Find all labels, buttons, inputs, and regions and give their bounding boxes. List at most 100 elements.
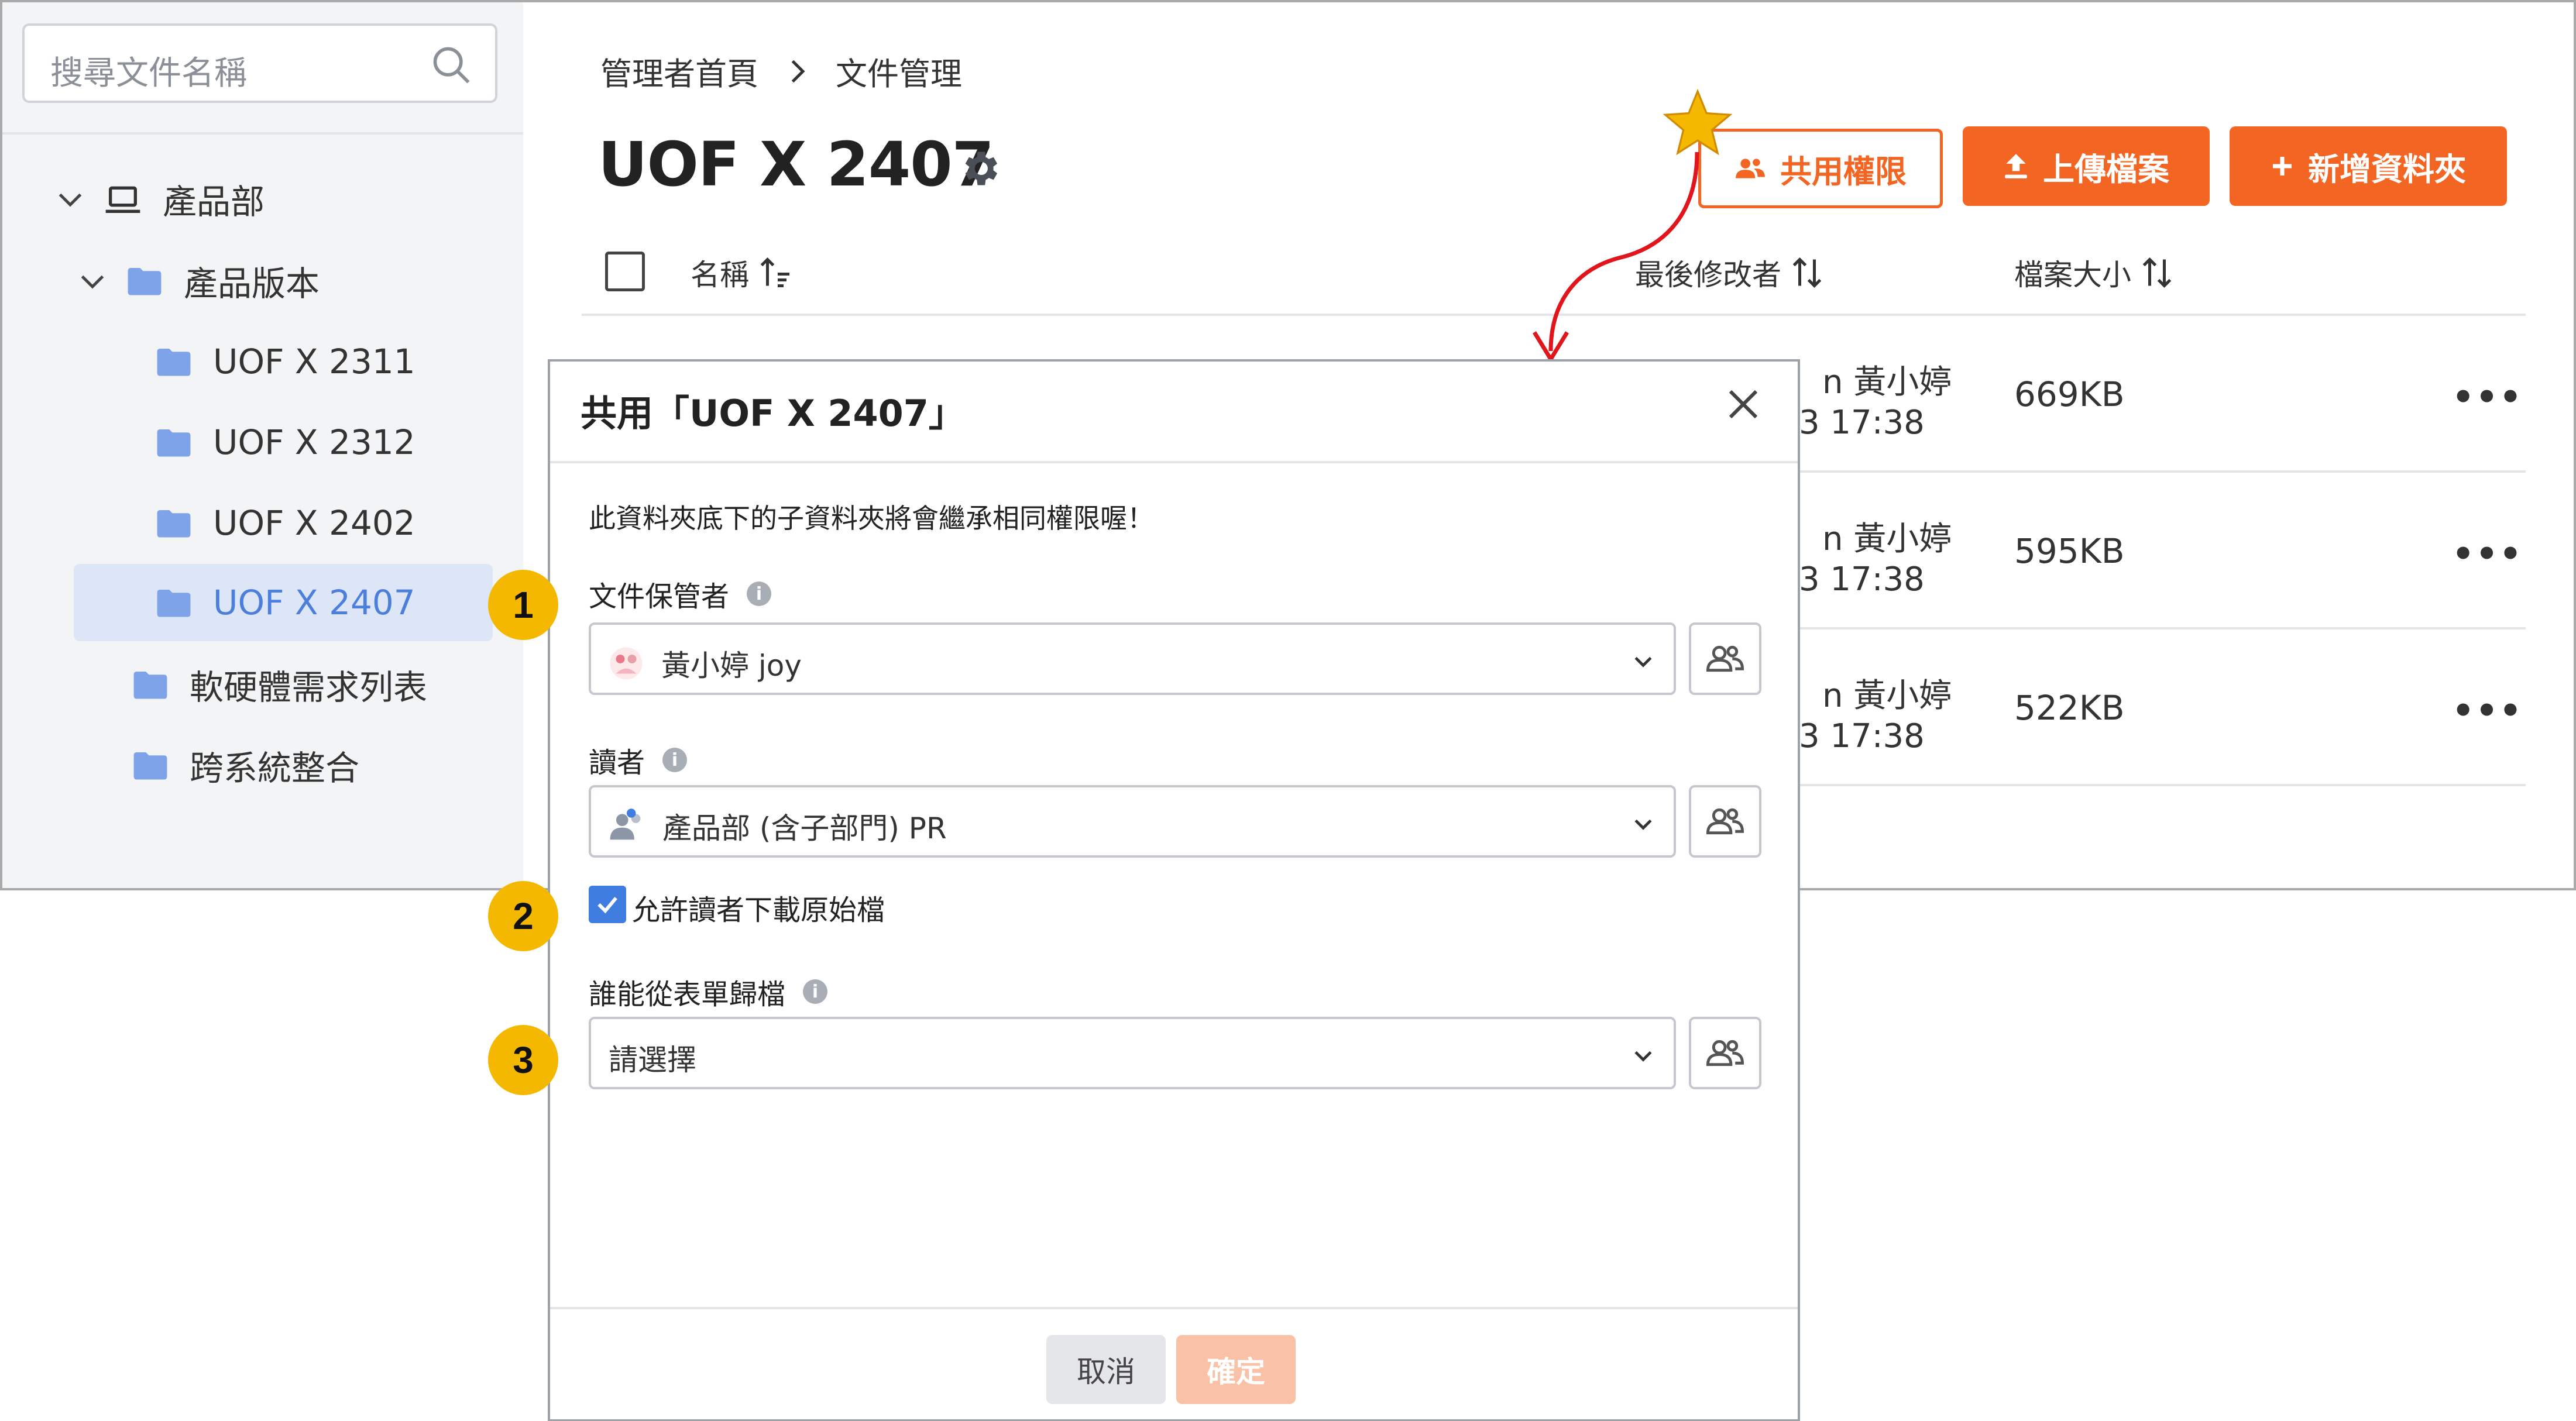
row-size: 522KB <box>2014 688 2125 728</box>
row-modified-time: 3 17:38 <box>1799 560 1925 598</box>
more-options-icon[interactable]: ••• <box>2452 690 2523 731</box>
archive-label-text: 誰能從表單歸檔 <box>589 978 786 1011</box>
column-header-name-label: 名稱 <box>691 258 749 292</box>
archive-picker-button[interactable] <box>1689 1017 1761 1089</box>
laptop-icon <box>105 186 140 213</box>
reader-value: 產品部 (含子部門) PR <box>662 811 947 845</box>
folder-icon <box>157 510 191 538</box>
folder-icon <box>157 429 191 457</box>
column-header-name[interactable]: 名稱 <box>691 252 791 294</box>
users-icon <box>1706 645 1744 672</box>
custodian-value: 黃小婷 joy <box>661 649 802 683</box>
reader-label: 讀者 i <box>589 739 688 780</box>
more-options-icon[interactable]: ••• <box>2452 534 2523 574</box>
user-avatar-icon <box>610 647 643 680</box>
sidebar: 搜尋文件名稱 產品部 產品版本 UOF X 2311 UOF X 2312 UO… <box>2 2 523 888</box>
chevron-right-icon <box>791 60 805 82</box>
inherit-notice: 此資料夾底下的子資料夾將會繼承相同權限喔！ <box>589 503 1154 534</box>
tree-item-uof-2312[interactable]: UOF X 2312 <box>156 411 415 474</box>
custodian-picker-button[interactable] <box>1689 622 1761 695</box>
tree-item-cross-system[interactable]: 跨系統整合 <box>132 734 359 797</box>
tree-item-hw-sw-requirements[interactable]: 軟硬體需求列表 <box>132 653 427 716</box>
upload-file-label: 上傳檔案 <box>2043 150 2169 188</box>
dialog-title: 共用「UOF X 2407」 <box>581 392 965 435</box>
allow-download-checkbox[interactable] <box>589 886 626 923</box>
tree-item-label: 跨系統整合 <box>190 748 360 788</box>
reader-picker-button[interactable] <box>1689 785 1761 858</box>
sidebar-divider <box>2 132 523 135</box>
folder-icon <box>157 349 191 376</box>
custodian-select[interactable]: 黃小婷 joy <box>589 622 1676 695</box>
users-icon <box>1706 808 1744 835</box>
reader-label-text: 讀者 <box>589 746 645 779</box>
star-icon <box>1663 88 1733 156</box>
callout-step-2: 2 <box>488 881 558 951</box>
dialog-divider <box>550 461 1798 463</box>
new-folder-button[interactable]: 新增資料夾 <box>2230 126 2507 206</box>
sort-icon[interactable] <box>2141 255 2173 290</box>
page-title: UOF X 2407 <box>598 129 994 200</box>
tree-item-label: UOF X 2312 <box>213 422 415 462</box>
row-size: 669KB <box>2014 374 2125 414</box>
checkmark-icon <box>597 897 617 914</box>
share-permission-label: 共用權限 <box>1780 153 1907 190</box>
sort-ascending-icon[interactable] <box>758 255 791 290</box>
row-modified-time: 3 17:38 <box>1799 404 1925 442</box>
folder-icon <box>133 672 167 699</box>
breadcrumb: 管理者首頁 文件管理 <box>600 48 962 94</box>
archive-select[interactable]: 請選擇 <box>589 1017 1676 1089</box>
chevron-down-icon[interactable] <box>1630 811 1656 837</box>
folder-icon <box>128 268 162 295</box>
upload-file-button[interactable]: 上傳檔案 <box>1963 126 2210 206</box>
tree-item-label: 產品部 <box>163 182 265 222</box>
breadcrumb-home[interactable]: 管理者首頁 <box>600 48 758 94</box>
folder-icon <box>157 590 191 617</box>
close-icon[interactable] <box>1724 385 1763 424</box>
row-modifier: n 黃小婷 <box>1822 677 1952 715</box>
cancel-button[interactable]: 取消 <box>1046 1335 1166 1404</box>
callout-arrow <box>1533 152 1699 363</box>
tree-item-label: UOF X 2407 <box>213 583 415 622</box>
department-icon <box>610 808 641 840</box>
search-icon[interactable] <box>430 43 474 88</box>
chevron-down-icon[interactable] <box>53 181 88 216</box>
tree-item-uof-2402[interactable]: UOF X 2402 <box>156 491 415 555</box>
gear-icon[interactable] <box>957 146 1002 191</box>
tree-item-product-dept[interactable]: 產品部 <box>53 167 265 230</box>
info-icon[interactable]: i <box>662 748 688 772</box>
folder-icon <box>133 752 167 780</box>
chevron-down-icon[interactable] <box>75 263 110 298</box>
callout-step-1: 1 <box>488 570 558 640</box>
archive-value: 請選擇 <box>609 1043 696 1077</box>
row-modifier: n 黃小婷 <box>1822 520 1952 558</box>
row-modifier: n 黃小婷 <box>1822 363 1952 401</box>
tree-item-label: 軟硬體需求列表 <box>190 668 428 707</box>
info-icon[interactable]: i <box>747 582 772 606</box>
more-options-icon[interactable]: ••• <box>2452 377 2523 418</box>
users-icon <box>1736 159 1765 178</box>
allow-download-label[interactable]: 允許讀者下載原始檔 <box>632 887 885 928</box>
search-placeholder: 搜尋文件名稱 <box>50 54 247 92</box>
custodian-label-text: 文件保管者 <box>589 580 730 613</box>
chevron-down-icon[interactable] <box>1630 648 1656 674</box>
tree-item-product-versions[interactable]: 產品版本 <box>75 249 320 312</box>
new-folder-label: 新增資料夾 <box>2308 150 2466 188</box>
custodian-label: 文件保管者 i <box>589 573 772 614</box>
search-input[interactable]: 搜尋文件名稱 <box>22 23 497 103</box>
tree-item-label: 產品版本 <box>184 264 320 304</box>
upload-icon <box>2005 154 2027 178</box>
reader-select[interactable]: 產品部 (含子部門) PR <box>589 785 1676 858</box>
tree-item-uof-2407[interactable]: UOF X 2407 <box>74 564 493 641</box>
info-icon[interactable]: i <box>803 979 828 1004</box>
column-header-size[interactable]: 檔案大小 <box>2014 252 2173 294</box>
breadcrumb-current[interactable]: 文件管理 <box>836 48 962 94</box>
confirm-button[interactable]: 確定 <box>1176 1335 1296 1404</box>
sort-icon[interactable] <box>1791 255 1823 290</box>
chevron-down-icon[interactable] <box>1630 1042 1656 1068</box>
tree-item-uof-2311[interactable]: UOF X 2311 <box>156 330 415 393</box>
archive-label: 誰能從表單歸檔 i <box>589 971 828 1012</box>
users-icon <box>1706 1040 1744 1066</box>
row-modified-time: 3 17:38 <box>1799 717 1925 755</box>
dialog-footer-divider <box>550 1307 1798 1309</box>
select-all-checkbox[interactable] <box>605 252 645 291</box>
